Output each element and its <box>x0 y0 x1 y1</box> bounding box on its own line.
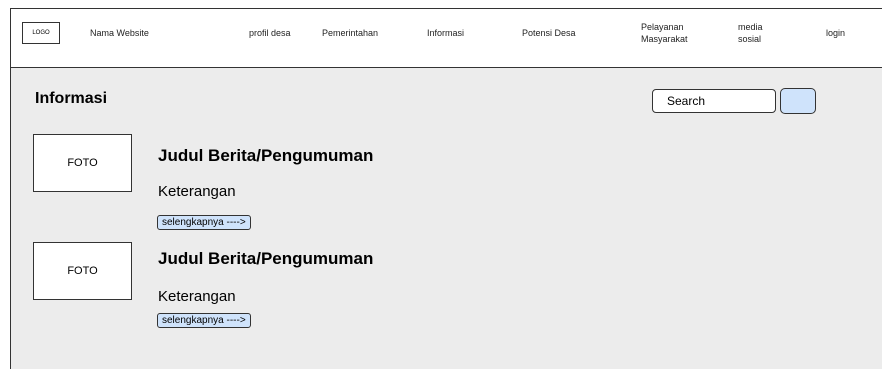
news-photo: FOTO <box>33 242 132 300</box>
read-more-button[interactable]: selengkapnya ----> <box>157 313 251 328</box>
nav-pelayanan-line1: Pelayanan <box>641 22 684 32</box>
nav-media-line2: sosial <box>738 34 762 44</box>
read-more-button[interactable]: selengkapnya ----> <box>157 215 251 230</box>
nav-profil-desa[interactable]: profil desa <box>249 28 291 38</box>
search-button[interactable] <box>780 88 816 114</box>
nav-login[interactable]: login <box>826 28 845 38</box>
nav-pemerintahan[interactable]: Pemerintahan <box>322 28 378 38</box>
news-description: Keterangan <box>158 183 236 200</box>
nav-potensi-desa[interactable]: Potensi Desa <box>522 28 576 38</box>
search-input[interactable]: Search <box>652 89 776 113</box>
site-logo[interactable]: LOGO <box>22 22 60 44</box>
news-description: Keterangan <box>158 288 236 305</box>
nav-media-line1: media <box>738 22 763 32</box>
news-title[interactable]: Judul Berita/Pengumuman <box>158 146 373 166</box>
main-content <box>11 68 882 369</box>
page-title: Informasi <box>35 90 108 107</box>
site-name[interactable]: Nama Website <box>90 28 149 38</box>
nav-pelayanan-masyarakat[interactable]: Pelayanan Masyarakat <box>641 21 688 45</box>
nav-informasi[interactable]: Informasi <box>427 28 464 38</box>
news-title[interactable]: Judul Berita/Pengumuman <box>158 249 373 269</box>
nav-media-sosial[interactable]: media sosial <box>738 21 763 45</box>
news-photo: FOTO <box>33 134 132 192</box>
nav-pelayanan-line2: Masyarakat <box>641 34 688 44</box>
